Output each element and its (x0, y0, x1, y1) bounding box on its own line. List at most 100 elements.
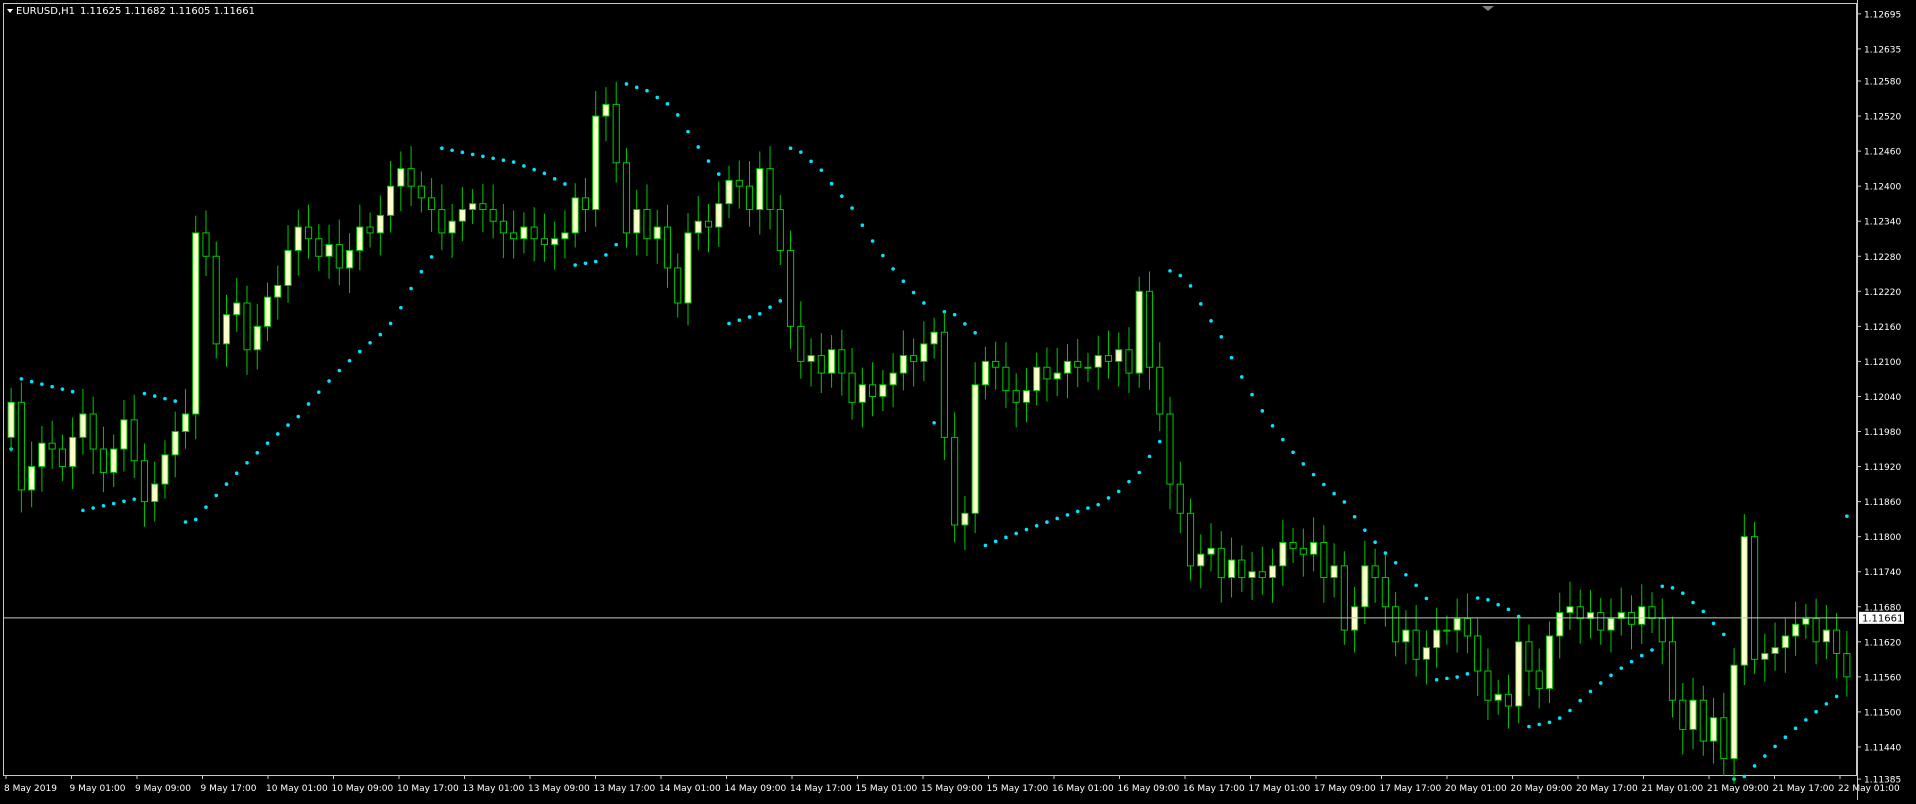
candle-body (1340, 565, 1348, 631)
sar-dot (50, 384, 54, 389)
candle-body (1802, 617, 1810, 625)
sar-dot (1322, 482, 1326, 487)
candle-body (1607, 617, 1615, 631)
candle-body (1566, 606, 1574, 614)
y-tick-label: 1.12695 (1864, 10, 1901, 20)
sar-dot (40, 382, 44, 386)
candle-body (1484, 670, 1492, 701)
sar-dot (306, 402, 311, 406)
candle-body (1843, 652, 1851, 678)
candle-body (1545, 635, 1554, 690)
y-tick-label: 1.11680 (1864, 603, 1901, 613)
sar-dot (1157, 439, 1162, 444)
x-tick-label: 10 May 09:00 (332, 784, 394, 794)
sar-dot (224, 482, 229, 486)
sar-dot (1004, 535, 1008, 540)
candle-body (838, 349, 846, 374)
candle-body (633, 209, 641, 234)
candle-body (920, 343, 928, 362)
candle-body (192, 232, 200, 415)
x-tick-label: 13 May 17:00 (594, 784, 656, 794)
sar-dot (1137, 470, 1142, 475)
candle-body (807, 355, 815, 362)
candle-body (233, 302, 241, 316)
candle-body (1053, 372, 1061, 380)
sar-dot (1106, 496, 1111, 500)
sar-dot (1598, 681, 1603, 685)
candle-body (622, 162, 631, 234)
candle-body (1750, 536, 1759, 660)
x-tick-label: 20 May 01:00 (1445, 784, 1507, 794)
sar-dot (860, 223, 865, 227)
sar-dot (1670, 586, 1675, 590)
y-tick-label: 1.11440 (1864, 743, 1901, 753)
candle-body (448, 220, 456, 234)
sar-dot (1568, 708, 1572, 713)
sar-dot (501, 158, 506, 162)
sar-dot (1465, 672, 1470, 676)
candle-body (1258, 571, 1266, 579)
sar-dot (542, 171, 547, 176)
candle-body (1627, 612, 1636, 625)
sar-dot (563, 182, 567, 186)
sar-dot (819, 168, 824, 172)
chart-svg[interactable]: EURUSD,H1 1.11625 1.11682 1.11605 1.1166… (0, 0, 1916, 800)
sar-dot (1198, 302, 1203, 306)
sar-dot (378, 332, 383, 337)
candle-body (1371, 565, 1379, 579)
sar-dot (809, 159, 813, 164)
sar-dot (799, 150, 803, 154)
sar-dot (470, 152, 475, 157)
sar-dot (901, 279, 906, 284)
x-tick-label: 8 May 2019 (4, 784, 57, 794)
sar-dot (70, 389, 75, 394)
candle-body (992, 360, 1000, 368)
candle-body (1402, 629, 1410, 643)
candle-body (1792, 623, 1800, 637)
candle (622, 148, 631, 248)
ohlc-values: 1.11625 1.11682 1.11605 1.11661 (80, 6, 255, 17)
sar-dot (481, 154, 485, 159)
sar-dot (1629, 659, 1634, 664)
candle-body (1709, 717, 1718, 742)
candle-body (1074, 360, 1082, 368)
x-tick-label: 15 May 17:00 (987, 784, 1049, 794)
sar-dot (665, 102, 670, 106)
sar-dot (973, 330, 977, 335)
sar-dot (891, 267, 895, 271)
sar-dot (788, 146, 793, 150)
chart[interactable]: EURUSD,H1 1.11625 1.11682 1.11605 1.1166… (0, 0, 1916, 800)
sar-dot (1045, 520, 1049, 524)
candle-body (1012, 390, 1020, 403)
y-tick-label: 1.11920 (1864, 463, 1901, 473)
candle-body (1597, 612, 1605, 631)
candle-body (212, 255, 220, 345)
sar-dot (1680, 591, 1685, 595)
sar-dot (29, 379, 34, 384)
sar-dot (245, 460, 249, 465)
candle-body (1176, 483, 1184, 514)
candle-body (1668, 641, 1677, 701)
sar-dot (655, 95, 660, 100)
candle-body (951, 436, 959, 526)
candle-body (304, 226, 313, 240)
sar-dot (1188, 284, 1193, 288)
sar-dot (1588, 689, 1593, 694)
candle-body (530, 226, 538, 240)
y-tick-label: 1.11860 (1864, 498, 1901, 508)
candle-body (479, 203, 487, 211)
candle-body (243, 302, 251, 351)
candle-body (458, 209, 466, 222)
sar-dot (1804, 718, 1808, 722)
candle-body (910, 355, 918, 362)
candle-body (1022, 390, 1031, 403)
candle-body (499, 220, 507, 234)
candle-body (858, 384, 866, 403)
sar-dot (614, 242, 619, 247)
sar-dot (757, 312, 762, 316)
candle-body (151, 483, 159, 503)
y-tick-label: 1.11740 (1864, 568, 1901, 578)
candle-body (120, 419, 128, 450)
sar-dot (1486, 598, 1490, 602)
sar-dot (778, 299, 783, 303)
